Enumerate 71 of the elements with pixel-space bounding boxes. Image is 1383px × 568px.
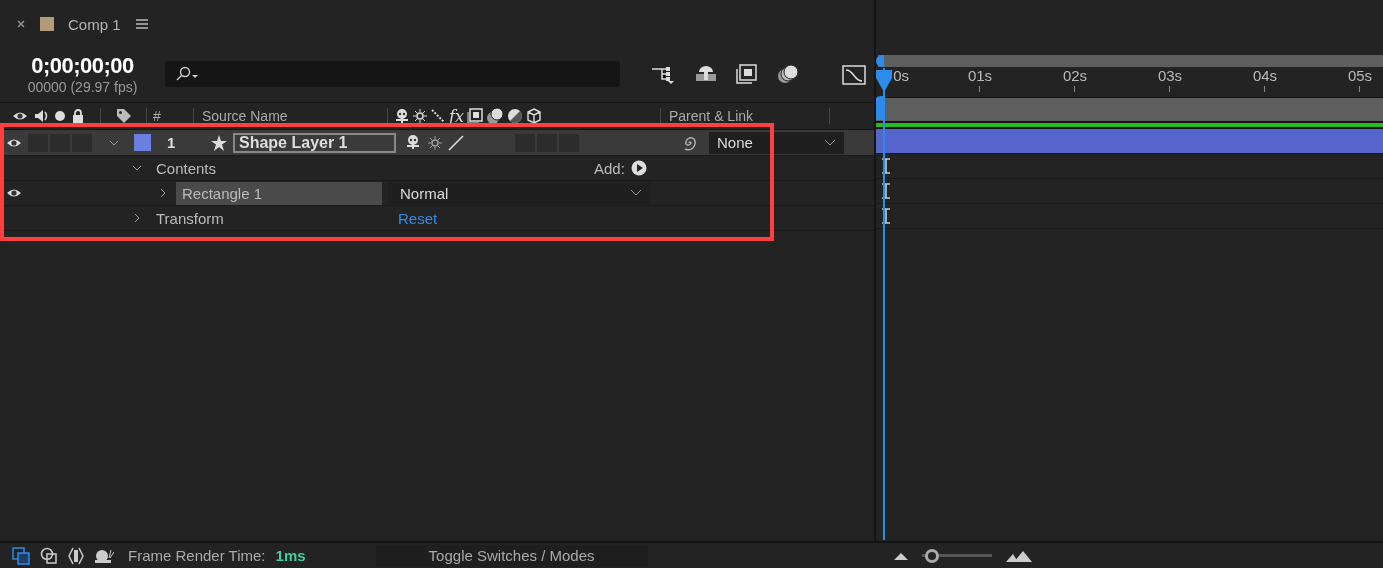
tab-title[interactable]: Comp 1 [68, 15, 121, 33]
blend-mode-dropdown[interactable]: Normal [388, 182, 650, 204]
chevron-icon [824, 138, 836, 147]
timecode[interactable]: 0;00;00;00 [31, 53, 134, 79]
time-label: 04s [1252, 67, 1278, 84]
lock-icon[interactable] [72, 109, 84, 123]
render-preview-icon[interactable] [40, 546, 58, 565]
reset-link[interactable]: Reset [398, 209, 438, 227]
hierarchy-icon[interactable] [650, 64, 676, 84]
quality-icon[interactable] [430, 108, 446, 124]
work-area-bar[interactable] [876, 97, 1383, 121]
time-label: 05s [1347, 67, 1373, 84]
chevron-icon [630, 189, 642, 197]
add-label[interactable]: Add: [594, 159, 625, 177]
motion-blur-icon[interactable] [776, 64, 800, 84]
toggle-switches-modes-button[interactable]: Toggle Switches / Modes [375, 544, 648, 567]
frame-render-time-label: Frame Render Time: [128, 547, 266, 564]
eye-icon[interactable] [12, 111, 28, 121]
frame-render-time-value: 1ms [275, 547, 306, 564]
property-name[interactable]: Contents [156, 159, 398, 177]
zoom-slider-thumb[interactable] [924, 548, 939, 563]
visibility-eye-icon[interactable] [6, 188, 22, 198]
ibeam-icon [881, 208, 891, 224]
layer-number: 1 [166, 134, 177, 151]
chevron-icon[interactable] [132, 213, 142, 223]
navigator-handle[interactable] [876, 55, 884, 67]
property-group-name[interactable]: Rectangle 1 [176, 181, 382, 205]
adjustment-layer-icon[interactable] [506, 108, 523, 124]
chevron-icon[interactable] [158, 188, 168, 198]
motion-blur-icon[interactable] [485, 107, 504, 125]
shy-icon[interactable] [394, 108, 410, 124]
solo-dot-icon[interactable] [54, 110, 66, 122]
zoom-in-icon[interactable] [1006, 549, 1032, 562]
label-color-swatch[interactable] [134, 134, 151, 151]
playhead-icon[interactable] [876, 70, 892, 92]
time-label: 0s [893, 67, 909, 84]
time-label: 02s [1062, 67, 1088, 84]
label-tag-icon[interactable] [114, 107, 133, 125]
ibeam-icon [881, 158, 891, 174]
time-label: 01s [967, 67, 993, 84]
close-icon[interactable] [16, 19, 26, 29]
zoom-out-icon[interactable] [894, 551, 908, 560]
collapse-icon[interactable] [413, 109, 427, 123]
visibility-eye-icon[interactable] [6, 137, 22, 148]
quality-switch-icon[interactable] [447, 133, 465, 152]
work-area-handle[interactable] [876, 96, 884, 120]
chevron-icon[interactable] [132, 163, 142, 173]
graph-editor-icon[interactable] [842, 63, 866, 85]
star-icon [211, 134, 227, 151]
cube-icon[interactable] [525, 108, 542, 124]
search-field[interactable] [165, 61, 620, 87]
frame-blending-icon[interactable] [466, 108, 483, 124]
number-column-header[interactable]: # [147, 108, 193, 124]
comp-flowchart-icon[interactable] [12, 546, 30, 565]
ibeam-icon [881, 183, 891, 199]
film-frames-icon[interactable] [736, 64, 758, 84]
menu-icon[interactable] [134, 18, 149, 30]
parent-dropdown[interactable]: None [709, 131, 844, 154]
play-circle-icon[interactable] [630, 160, 647, 176]
frame-info: 00000 (29.97 fps) [27, 79, 138, 95]
collapse-switch-icon[interactable] [426, 133, 444, 152]
layer-name-field[interactable]: Shape Layer 1 [233, 132, 396, 153]
brackets-icon[interactable] [68, 546, 84, 565]
parent-link-column-header[interactable]: Parent & Link [661, 108, 829, 124]
time-label: 03s [1157, 67, 1183, 84]
layer-duration-bar[interactable] [876, 129, 1383, 154]
property-name[interactable]: Transform [156, 209, 398, 227]
speaker-icon[interactable] [34, 109, 48, 123]
draft-3d-icon[interactable] [694, 65, 718, 83]
search-icon[interactable] [175, 66, 199, 82]
source-name-column-header[interactable]: Source Name [194, 108, 387, 124]
